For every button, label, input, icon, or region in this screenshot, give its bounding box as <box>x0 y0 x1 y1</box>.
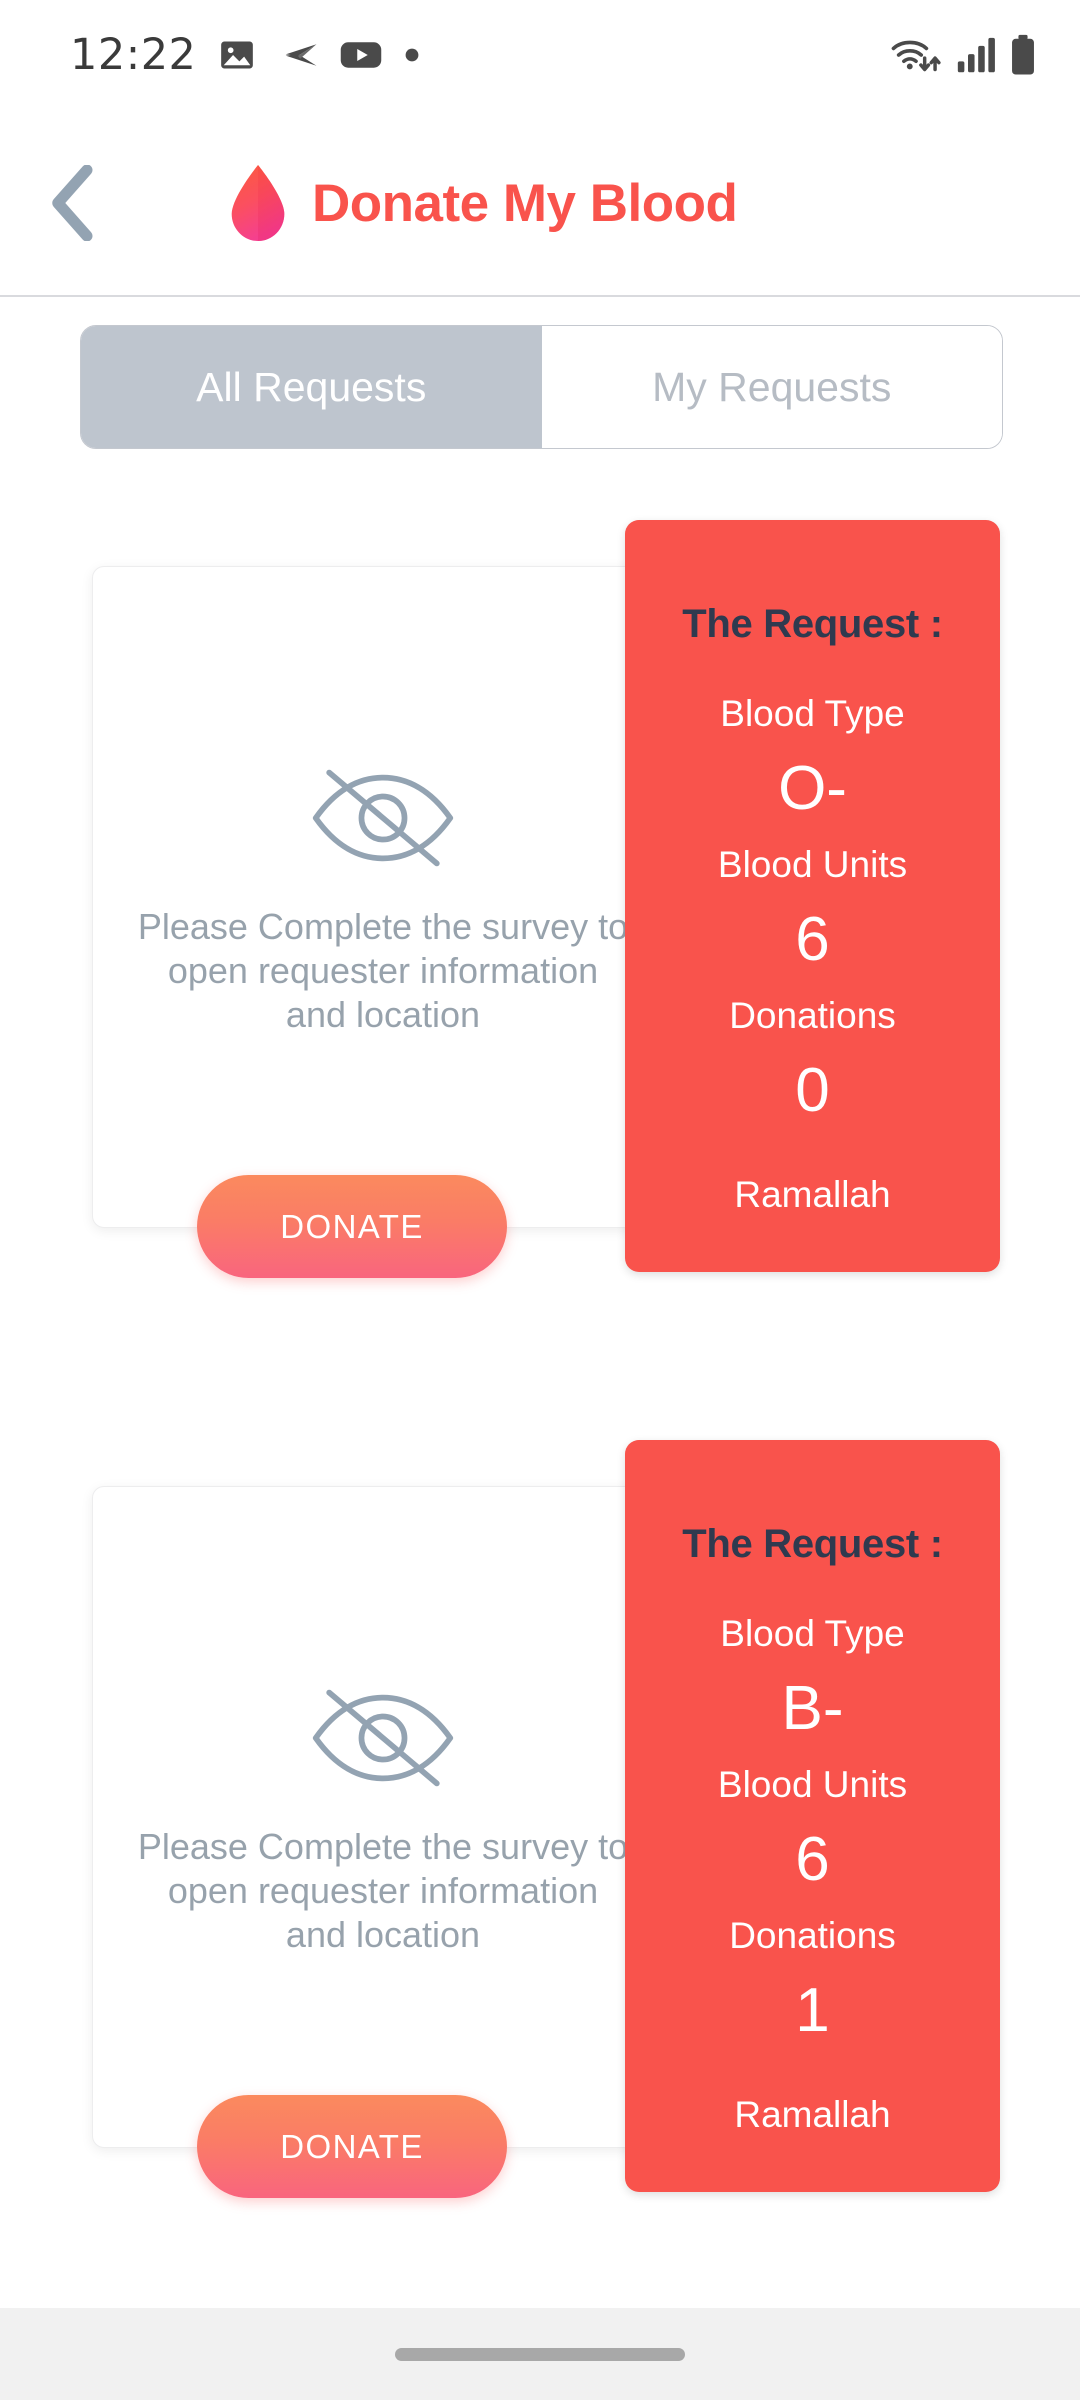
privacy-note: Please Complete the survey to open reque… <box>137 906 629 1035</box>
status-bar-left: 12:22 <box>70 30 420 80</box>
request-tabs: All Requests My Requests <box>80 325 1003 449</box>
blood-drop-icon <box>231 165 285 241</box>
blood-units-label: Blood Units <box>717 844 908 885</box>
donations-label: Donations <box>729 995 896 1036</box>
blood-type-label: Blood Type <box>720 693 905 734</box>
blood-units-value: 6 <box>795 905 830 974</box>
privacy-icon-wrap <box>309 1687 457 1789</box>
request-heading: The Request : <box>682 602 943 646</box>
request-summary-panel: The Request : Blood Type O- Blood Units … <box>625 520 1000 1272</box>
request-card: Please Complete the survey to open reque… <box>0 520 1080 1280</box>
youtube-icon <box>341 42 382 68</box>
page-title: Donate My Blood <box>312 173 738 233</box>
status-bar-clock: 12:22 <box>70 30 197 80</box>
donations-value: 1 <box>795 1976 830 2045</box>
donate-button[interactable]: DONATE <box>197 2095 507 2198</box>
app-bar: Donate My Blood <box>0 110 1080 296</box>
blood-units-label: Blood Units <box>717 1764 908 1805</box>
system-navigation-bar <box>0 2308 1080 2400</box>
blood-type-value: B- <box>781 1674 844 1743</box>
eye-off-icon <box>312 1689 454 1787</box>
request-heading: The Request : <box>682 1522 943 1566</box>
requester-info-card: Please Complete the survey to open reque… <box>92 1486 674 2148</box>
wifi-icon <box>891 40 941 72</box>
eye-off-icon <box>312 769 454 867</box>
back-chevron-icon <box>52 165 93 241</box>
status-bar: 12:22 <box>0 0 1080 110</box>
app-screen: 12:22 Donate My Blood All Requests My Re… <box>0 0 1080 2400</box>
request-card: Please Complete the survey to open reque… <box>0 1440 1080 2200</box>
telegram-icon <box>286 44 317 66</box>
dot-icon <box>406 48 419 62</box>
request-city: Ramallah <box>734 2094 891 2135</box>
donate-button[interactable]: DONATE <box>197 1175 507 1278</box>
donations-value: 0 <box>795 1056 830 1125</box>
image-icon <box>221 41 254 69</box>
request-city: Ramallah <box>734 1174 891 1215</box>
requester-info-card: Please Complete the survey to open reque… <box>92 566 674 1228</box>
back-button[interactable] <box>28 158 118 248</box>
blood-type-value: O- <box>778 754 847 823</box>
status-bar-right <box>890 34 1036 76</box>
blood-type-label: Blood Type <box>720 1613 905 1654</box>
signal-icon <box>957 37 995 73</box>
blood-units-value: 6 <box>795 1825 830 1894</box>
app-title-group: Donate My Blood <box>228 165 738 241</box>
tab-my-requests[interactable]: My Requests <box>541 326 1002 448</box>
app-bar-divider <box>0 295 1080 297</box>
battery-icon <box>1012 34 1034 75</box>
tab-all-requests[interactable]: All Requests <box>81 326 542 448</box>
gesture-home-handle[interactable] <box>395 2347 685 2361</box>
privacy-icon-wrap <box>309 767 457 869</box>
donations-label: Donations <box>729 1915 896 1956</box>
privacy-note: Please Complete the survey to open reque… <box>137 1826 629 1955</box>
request-summary-panel: The Request : Blood Type B- Blood Units … <box>625 1440 1000 2192</box>
